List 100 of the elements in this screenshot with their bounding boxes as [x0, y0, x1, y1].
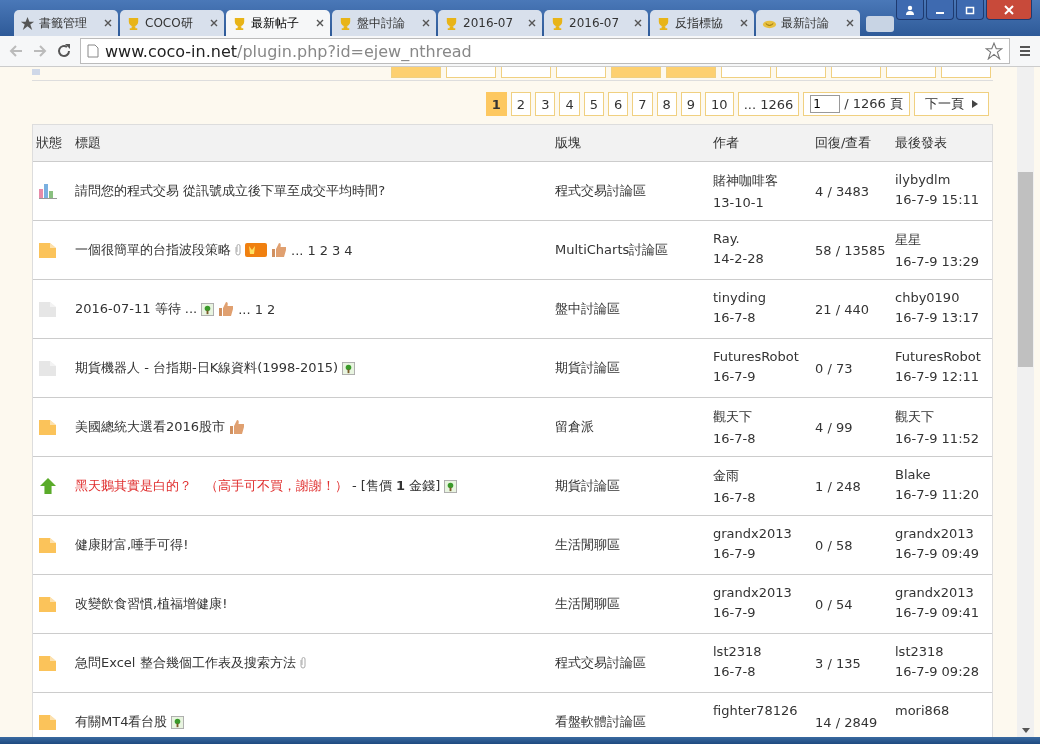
- next-page-button[interactable]: 下一頁: [914, 92, 989, 116]
- last-post-time: 16-7-9 09:41: [895, 605, 981, 620]
- page-link[interactable]: 3: [331, 242, 341, 258]
- browser-tab[interactable]: COCO研: [120, 10, 224, 36]
- scrollbar[interactable]: [1017, 67, 1034, 737]
- page-link[interactable]: 1: [485, 92, 507, 116]
- browser-tab[interactable]: 書籤管理: [14, 10, 118, 36]
- close-icon[interactable]: [846, 19, 854, 27]
- thread-title[interactable]: 請問您的程式交易 從訊號成立後下單至成交平均時間?: [75, 182, 386, 200]
- menu-icon[interactable]: [1018, 44, 1032, 58]
- page-link[interactable]: 6: [607, 92, 629, 116]
- thread-title[interactable]: 黑天鵝其實是白的？ （高手可不買，謝謝！）: [75, 477, 348, 495]
- author-name[interactable]: tinyding: [713, 290, 813, 305]
- close-icon[interactable]: [986, 0, 1032, 20]
- last-poster[interactable]: mori868: [895, 703, 992, 718]
- author-name[interactable]: FuturesRobot: [713, 349, 813, 364]
- maximize-icon[interactable]: [956, 0, 984, 20]
- last-poster[interactable]: 星星: [895, 231, 992, 249]
- forum-link[interactable]: 生活閒聊區: [553, 536, 711, 554]
- browser-tab[interactable]: 反指標協: [650, 10, 754, 36]
- close-icon[interactable]: [634, 19, 642, 27]
- last-poster[interactable]: lst2318: [895, 644, 992, 659]
- browser-tab[interactable]: 最新討論: [756, 10, 860, 36]
- forum-link[interactable]: 盤中討論區: [553, 300, 711, 318]
- page-link[interactable]: 8: [656, 92, 677, 116]
- last-poster[interactable]: FuturesRobot: [895, 349, 992, 364]
- last-poster[interactable]: grandx2013: [895, 526, 992, 541]
- page-link[interactable]: 10: [705, 92, 734, 116]
- scrollbar-thumb[interactable]: [1018, 172, 1033, 367]
- thread-title[interactable]: 健康財富,唾手可得!: [75, 536, 189, 554]
- forum-link[interactable]: 程式交易討論區: [553, 654, 711, 672]
- page-link[interactable]: 4: [344, 242, 353, 258]
- forum-link[interactable]: 留倉派: [553, 418, 711, 436]
- page-link[interactable]: 7: [632, 92, 653, 116]
- author-name[interactable]: 賭神咖啡客: [713, 172, 813, 190]
- page-link[interactable]: 2: [266, 301, 276, 317]
- reply-view-count: 1 / 248: [814, 478, 862, 494]
- close-icon[interactable]: [528, 19, 536, 27]
- last-post-time: 16-7-9 13:29: [895, 254, 981, 269]
- page-link[interactable]: 4: [559, 92, 580, 116]
- browser-tab[interactable]: 2016-07: [438, 10, 542, 36]
- thread-title[interactable]: 美國總統大選看2016股市: [75, 418, 226, 436]
- close-icon[interactable]: [422, 19, 430, 27]
- close-icon[interactable]: [210, 19, 218, 27]
- thread-title[interactable]: 2016-07-11 等待 ...: [75, 300, 198, 318]
- forum-link[interactable]: 生活閒聊區: [553, 595, 711, 613]
- last-post-time: 16-7-9 09:28: [895, 664, 981, 679]
- last-poster[interactable]: grandx2013: [895, 585, 992, 600]
- author-name[interactable]: fighter78126: [713, 703, 813, 718]
- author-name[interactable]: grandx2013: [713, 585, 813, 600]
- browser-tab[interactable]: 最新帖子: [226, 10, 330, 36]
- page-link[interactable]: 1: [254, 301, 263, 317]
- thread-title[interactable]: 一個很簡單的台指波段策略: [75, 241, 231, 259]
- page-link[interactable]: ... 1266: [737, 92, 800, 116]
- page-link[interactable]: 2: [510, 92, 532, 116]
- browser-tab[interactable]: 盤中討論: [332, 10, 436, 36]
- last-poster[interactable]: Blake: [895, 467, 992, 482]
- page-link[interactable]: 1: [307, 242, 316, 258]
- star-icon[interactable]: [985, 42, 1003, 60]
- forum-link[interactable]: 期貨討論區: [553, 477, 711, 495]
- forum-link[interactable]: MultiCharts討論區: [553, 241, 711, 259]
- last-poster[interactable]: ilybydlm: [895, 172, 992, 187]
- page-link[interactable]: 2: [319, 242, 328, 258]
- thread-title[interactable]: 急問Excel 整合幾個工作表及搜索方法: [75, 654, 296, 672]
- total-pages: / 1266 頁: [844, 95, 903, 113]
- author-name[interactable]: 金雨: [713, 467, 813, 485]
- close-icon[interactable]: [740, 19, 748, 27]
- page-link[interactable]: 3: [535, 92, 556, 116]
- page-input[interactable]: 1: [810, 95, 841, 113]
- thread-title[interactable]: 改變飲食習慣,植福增健康!: [75, 595, 228, 613]
- post-date: 13-10-1: [713, 195, 765, 210]
- close-icon[interactable]: [316, 19, 324, 27]
- user-icon[interactable]: [896, 0, 924, 20]
- page-link[interactable]: 5: [583, 92, 604, 116]
- reload-icon[interactable]: [56, 43, 72, 59]
- page-link[interactable]: 9: [680, 92, 702, 116]
- forum-link[interactable]: 期貨討論區: [553, 359, 711, 377]
- author-name[interactable]: Ray.: [713, 231, 813, 246]
- author-name[interactable]: 觀天下: [713, 408, 813, 426]
- last-poster[interactable]: chby0190: [895, 290, 992, 305]
- author-name[interactable]: lst2318: [713, 644, 813, 659]
- minimize-icon[interactable]: [926, 0, 954, 20]
- author-name[interactable]: grandx2013: [713, 526, 813, 541]
- address-bar[interactable]: www.coco-in.net/plugin.php?id=ejew_nthread: [80, 38, 1010, 64]
- browser-tab[interactable]: 2016-07: [544, 10, 648, 36]
- down-arrow-icon[interactable]: [1022, 728, 1030, 733]
- post-date: 16-7-9: [713, 546, 757, 561]
- forum-link[interactable]: 看盤軟體討論區: [553, 713, 711, 731]
- back-icon[interactable]: [8, 43, 24, 59]
- thread-title[interactable]: 期貨機器人 - 台指期-日K線資料(1998-2015): [75, 359, 339, 377]
- column-header: 版塊: [554, 134, 582, 152]
- forum-link[interactable]: 程式交易討論區: [553, 182, 711, 200]
- reply-view-count: 4 / 99: [814, 419, 854, 435]
- reply-view-count: 14 / 2849: [814, 714, 879, 730]
- star-icon: [20, 15, 35, 31]
- post-date: 16-7-9: [713, 605, 757, 620]
- thread-title[interactable]: 有關MT4看台股: [75, 713, 168, 731]
- forward-icon[interactable]: [32, 43, 48, 59]
- last-poster[interactable]: 觀天下: [895, 408, 992, 426]
- close-icon[interactable]: [104, 19, 112, 27]
